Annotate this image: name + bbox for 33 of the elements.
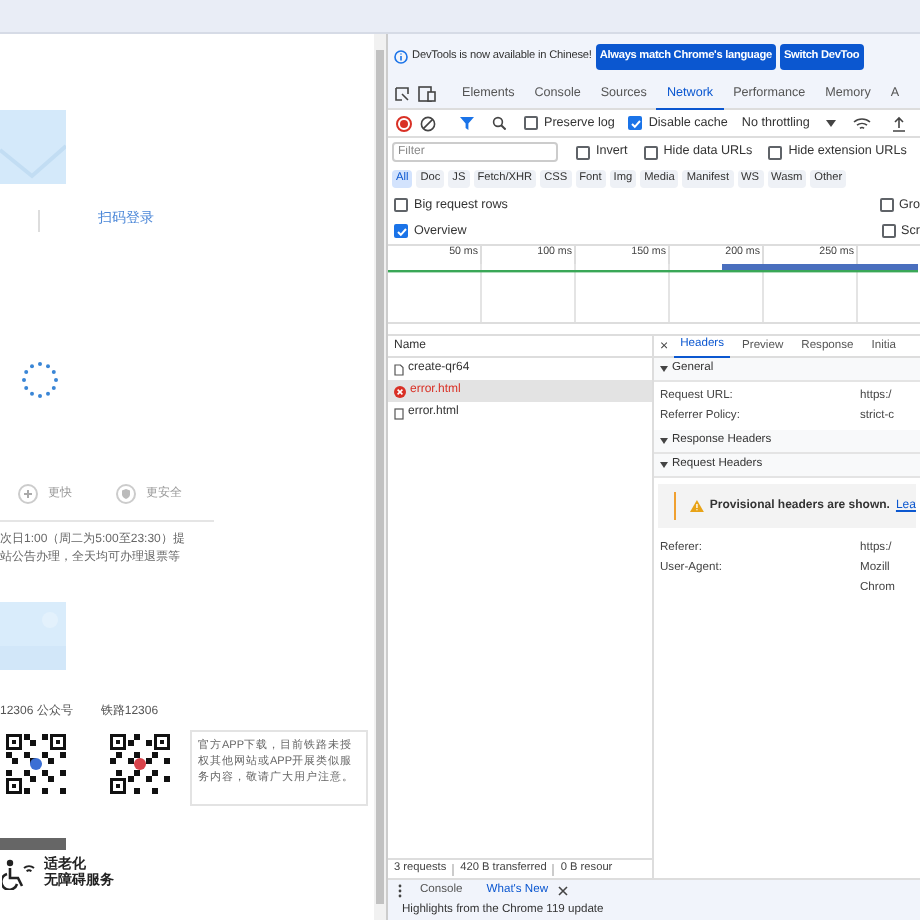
document-icon	[394, 363, 404, 375]
checkbox[interactable]	[394, 198, 408, 212]
filter-icon	[460, 116, 474, 130]
clear-icon	[420, 115, 436, 131]
file-icon	[394, 407, 404, 419]
plus-icon	[18, 484, 38, 504]
wifi-icon	[851, 115, 872, 131]
checkbox[interactable]	[879, 198, 893, 212]
record-icon	[396, 115, 412, 131]
checkbox[interactable]	[524, 116, 538, 130]
checkbox[interactable]	[576, 145, 590, 159]
upload-icon	[891, 115, 906, 131]
expand-arrow-icon	[660, 462, 668, 468]
search-icon	[492, 116, 506, 130]
warning-icon	[689, 500, 704, 512]
checkbox[interactable]	[881, 224, 896, 238]
qr-code	[108, 732, 172, 796]
expand-arrow-icon	[660, 438, 668, 444]
expand-arrow-icon	[660, 366, 668, 372]
qr-code	[4, 732, 68, 796]
shield-icon	[116, 484, 136, 504]
accessibility-icon	[2, 858, 36, 890]
checkbox[interactable]	[643, 145, 658, 159]
loading-spinner	[20, 360, 60, 400]
device-icon	[418, 86, 436, 102]
error-icon	[394, 385, 406, 397]
close-icon	[558, 886, 569, 896]
dark-bar	[0, 838, 66, 850]
caret-icon	[825, 119, 836, 127]
checkbox[interactable]	[768, 145, 783, 159]
info-icon	[394, 50, 408, 64]
inspect-icon	[394, 86, 410, 102]
scrollbar[interactable]	[374, 34, 386, 920]
